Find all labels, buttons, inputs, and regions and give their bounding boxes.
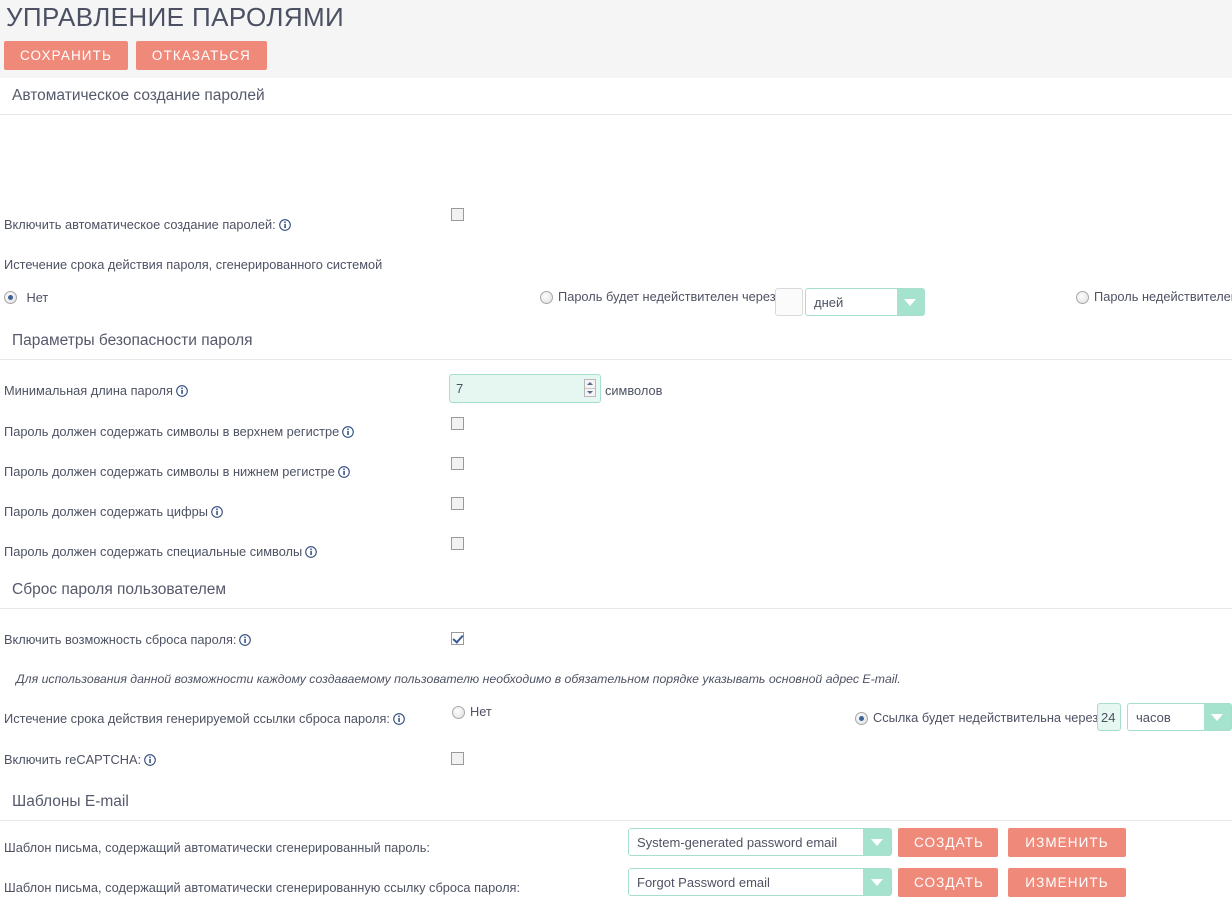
radio-expiry-after[interactable]: Пароль будет недействителен через xyxy=(540,289,776,305)
label-min-password-length: Минимальная длина пароля xyxy=(4,383,188,399)
input-link-expiry-hours[interactable] xyxy=(1097,703,1121,731)
radio-expiry-fixed[interactable]: Пароль недействителен xyxy=(1076,289,1232,305)
checkbox-require-special[interactable] xyxy=(451,537,464,550)
stepper-down-icon[interactable] xyxy=(585,389,595,397)
checkbox-require-uppercase[interactable] xyxy=(451,417,464,430)
select-template-forgot-password-value: Forgot Password email xyxy=(629,869,864,895)
section-title-auto-generation: Автоматическое создание паролей xyxy=(0,78,1232,115)
radio-link-none-label: Нет xyxy=(470,704,492,719)
label-link-expiry: Истечение срока действия генерируемой сс… xyxy=(4,711,405,727)
cancel-button[interactable]: ОТКАЗАТЬСЯ xyxy=(135,41,267,70)
info-icon[interactable] xyxy=(305,546,318,558)
checkbox-require-lowercase[interactable] xyxy=(451,457,464,470)
select-expiry-unit[interactable]: дней xyxy=(805,288,925,316)
reset-note: Для использования данной возможности каж… xyxy=(16,672,901,686)
info-icon[interactable] xyxy=(338,466,350,478)
radio-expiry-none-label: Нет xyxy=(26,290,49,305)
page-title: УПРАВЛЕНИЕ ПАРОЛЯМИ xyxy=(6,2,345,32)
create-template-generated-password-button[interactable]: СОЗДАТЬ xyxy=(898,828,998,857)
checkbox-enable-recaptcha[interactable] xyxy=(451,752,464,765)
radio-link-after-label: Ссылка будет недействительна через xyxy=(873,710,1099,725)
stepper-min-password-length[interactable] xyxy=(449,374,601,403)
radio-link-after[interactable]: Ссылка будет недействительна через xyxy=(855,710,1098,726)
checkbox-enable-reset[interactable] xyxy=(451,632,464,645)
checkbox-enable-auto-generation[interactable] xyxy=(451,208,464,221)
checkbox-require-digits[interactable] xyxy=(451,497,464,510)
radio-link-none[interactable]: Нет xyxy=(452,704,492,720)
info-icon[interactable] xyxy=(144,754,156,766)
edit-template-generated-password-button[interactable]: ИЗМЕНИТЬ xyxy=(1008,828,1126,857)
radio-link-after-input[interactable] xyxy=(855,711,868,725)
label-text: Пароль должен содержать символы в верхне… xyxy=(4,424,340,439)
info-icon[interactable] xyxy=(278,219,291,231)
radio-link-none-input[interactable] xyxy=(452,705,465,719)
section-title-security: Параметры безопасности пароля xyxy=(0,323,1232,360)
label-text: Включить возможность сброса пароля: xyxy=(4,632,237,647)
input-expiry-days[interactable] xyxy=(775,288,803,316)
info-icon[interactable] xyxy=(342,426,355,438)
select-template-generated-password[interactable]: System-generated password email xyxy=(628,828,892,856)
radio-expiry-after-input[interactable] xyxy=(540,290,553,304)
radio-expiry-none-input[interactable] xyxy=(4,291,17,304)
label-text: Истечение срока действия генерируемой сс… xyxy=(4,711,390,726)
chevron-down-icon[interactable] xyxy=(863,829,891,855)
info-icon[interactable] xyxy=(176,385,188,397)
save-button[interactable]: СОХРАНИТЬ xyxy=(4,41,128,70)
label-enable-reset: Включить возможность сброса пароля: xyxy=(4,632,252,648)
select-link-expiry-unit[interactable]: часов xyxy=(1127,703,1232,731)
action-toolbar: СОХРАНИТЬ ОТКАЗАТЬСЯ xyxy=(0,33,1232,70)
info-icon[interactable] xyxy=(211,506,223,518)
settings-panel: Автоматическое создание паролей Включить… xyxy=(0,78,1232,899)
page-header: УПРАВЛЕНИЕ ПАРОЛЯМИ СОХРАНИТЬ ОТКАЗАТЬСЯ xyxy=(0,0,1232,78)
stepper-arrows[interactable] xyxy=(584,379,596,397)
select-link-expiry-unit-value: часов xyxy=(1128,704,1204,730)
info-icon[interactable] xyxy=(393,713,405,725)
create-template-forgot-password-button[interactable]: СОЗДАТЬ xyxy=(898,868,998,897)
label-text: Пароль должен содержать символы в нижнем… xyxy=(4,464,335,479)
label-password-expiry: Истечение срока действия пароля, сгенери… xyxy=(4,257,383,272)
label-enable-recaptcha: Включить reCAPTCHA: xyxy=(4,752,156,768)
section-title-reset: Сброс пароля пользователем xyxy=(0,572,1232,609)
label-text: Пароль должен содержать цифры xyxy=(4,504,208,519)
label-require-lowercase: Пароль должен содержать символы в нижнем… xyxy=(4,464,350,480)
chevron-down-icon[interactable] xyxy=(1203,704,1231,730)
radio-expiry-none[interactable]: Нет xyxy=(4,289,48,307)
label-template-generated-password: Шаблон письма, содержащий автоматически … xyxy=(4,840,430,855)
label-require-uppercase: Пароль должен содержать символы в верхне… xyxy=(4,424,355,440)
label-text: Включить автоматическое создание паролей… xyxy=(4,217,276,232)
select-template-forgot-password[interactable]: Forgot Password email xyxy=(628,868,892,896)
radio-expiry-fixed-input[interactable] xyxy=(1076,290,1089,304)
label-text: Минимальная длина пароля xyxy=(4,383,173,398)
stepper-up-icon[interactable] xyxy=(585,380,595,389)
label-require-special: Пароль должен содержать специальные симв… xyxy=(4,544,318,560)
info-icon[interactable] xyxy=(239,634,252,646)
select-expiry-unit-value: дней xyxy=(806,289,897,315)
chevron-down-icon[interactable] xyxy=(896,289,924,315)
input-min-password-length[interactable] xyxy=(449,374,601,403)
radio-expiry-fixed-label: Пароль недействителен xyxy=(1094,289,1232,304)
password-management-page: УПРАВЛЕНИЕ ПАРОЛЯМИ СОХРАНИТЬ ОТКАЗАТЬСЯ… xyxy=(0,0,1232,899)
label-min-length-suffix: символов xyxy=(605,383,663,398)
radio-expiry-after-label: Пароль будет недействителен через xyxy=(558,289,776,304)
label-template-forgot-password: Шаблон письма, содержащий автоматически … xyxy=(4,880,521,895)
edit-template-forgot-password-button[interactable]: ИЗМЕНИТЬ xyxy=(1008,868,1126,897)
label-text: Включить reCAPTCHA: xyxy=(4,752,142,767)
label-enable-auto-generation: Включить автоматическое создание паролей… xyxy=(4,217,291,233)
label-require-digits: Пароль должен содержать цифры xyxy=(4,504,223,520)
label-text: Пароль должен содержать специальные симв… xyxy=(4,544,303,559)
section-title-email-templates: Шаблоны E-mail xyxy=(0,784,1232,821)
chevron-down-icon[interactable] xyxy=(863,869,891,895)
select-template-generated-password-value: System-generated password email xyxy=(629,829,864,855)
